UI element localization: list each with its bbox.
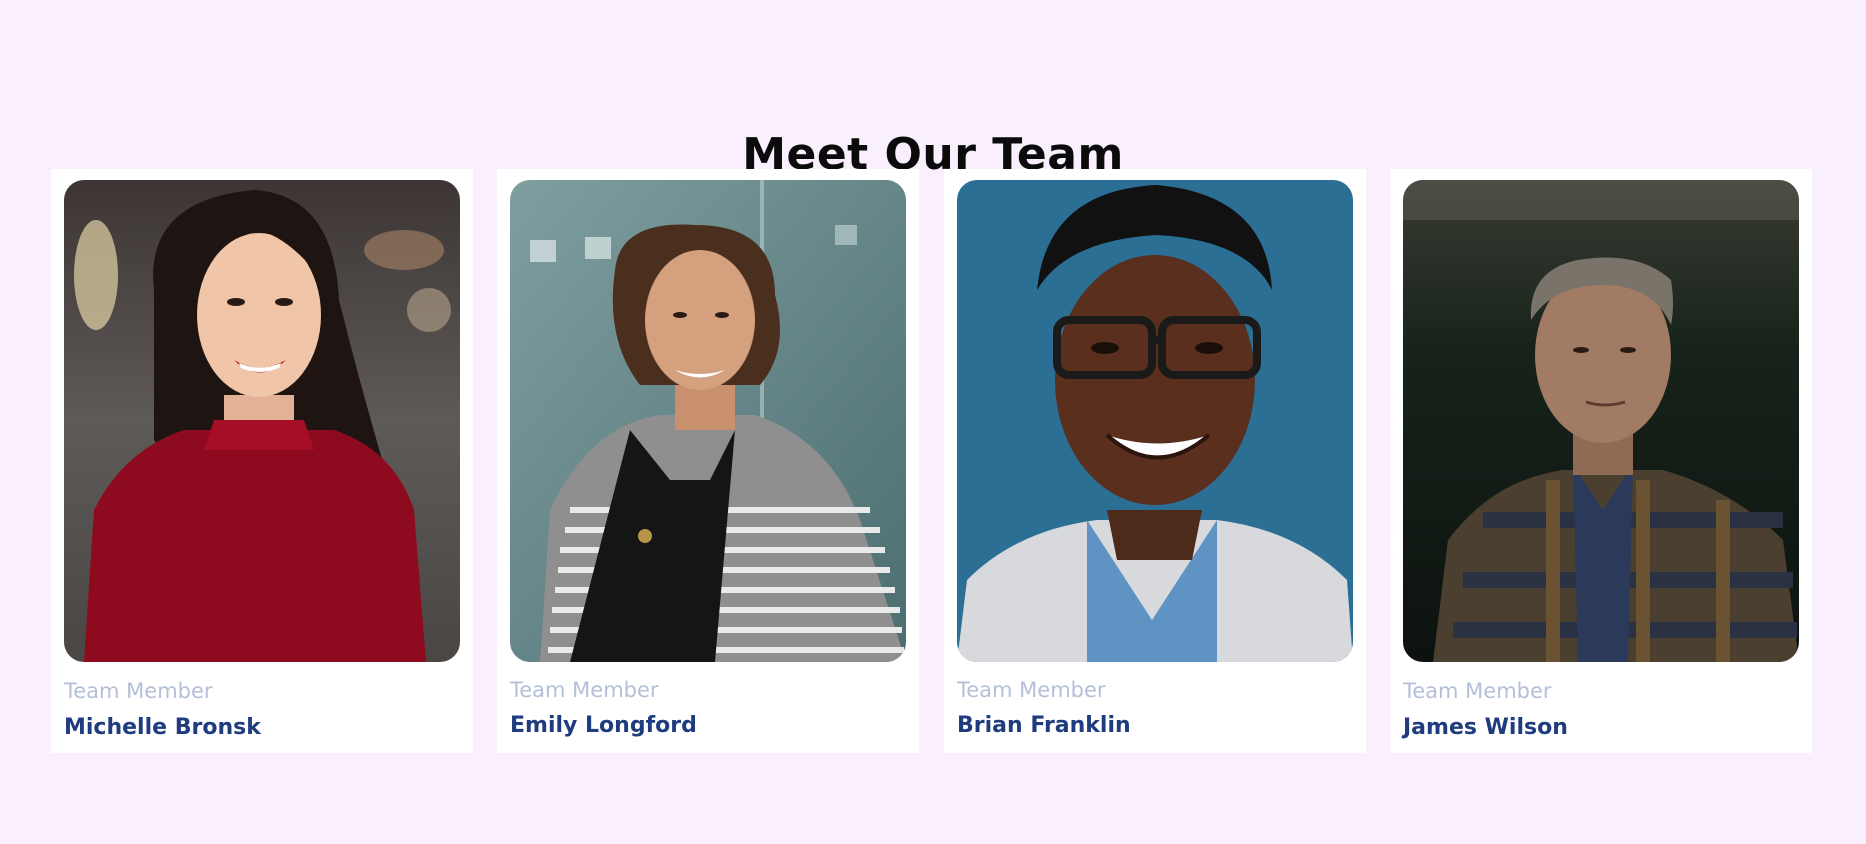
member-name[interactable]: Brian Franklin: [957, 711, 1131, 741]
team-card[interactable]: Team Member Michelle Bronsk: [51, 169, 473, 753]
team-member-photo: [957, 180, 1353, 662]
team-card[interactable]: Team Member James Wilson: [1390, 169, 1812, 753]
member-role: Team Member: [64, 679, 213, 703]
member-name[interactable]: Michelle Bronsk: [64, 713, 261, 743]
team-card[interactable]: Team Member Brian Franklin: [944, 169, 1366, 753]
member-role: Team Member: [1403, 679, 1552, 703]
team-section: Meet Our Team Team Member Michelle Brons…: [0, 0, 1866, 844]
team-member-photo: [1403, 180, 1799, 662]
team-card[interactable]: Team Member Emily Longford: [497, 169, 919, 753]
member-name[interactable]: James Wilson: [1403, 713, 1568, 743]
member-role: Team Member: [957, 678, 1106, 702]
member-role: Team Member: [510, 678, 659, 702]
team-member-photo: [510, 180, 906, 662]
team-member-photo: [64, 180, 460, 662]
member-name[interactable]: Emily Longford: [510, 711, 697, 741]
